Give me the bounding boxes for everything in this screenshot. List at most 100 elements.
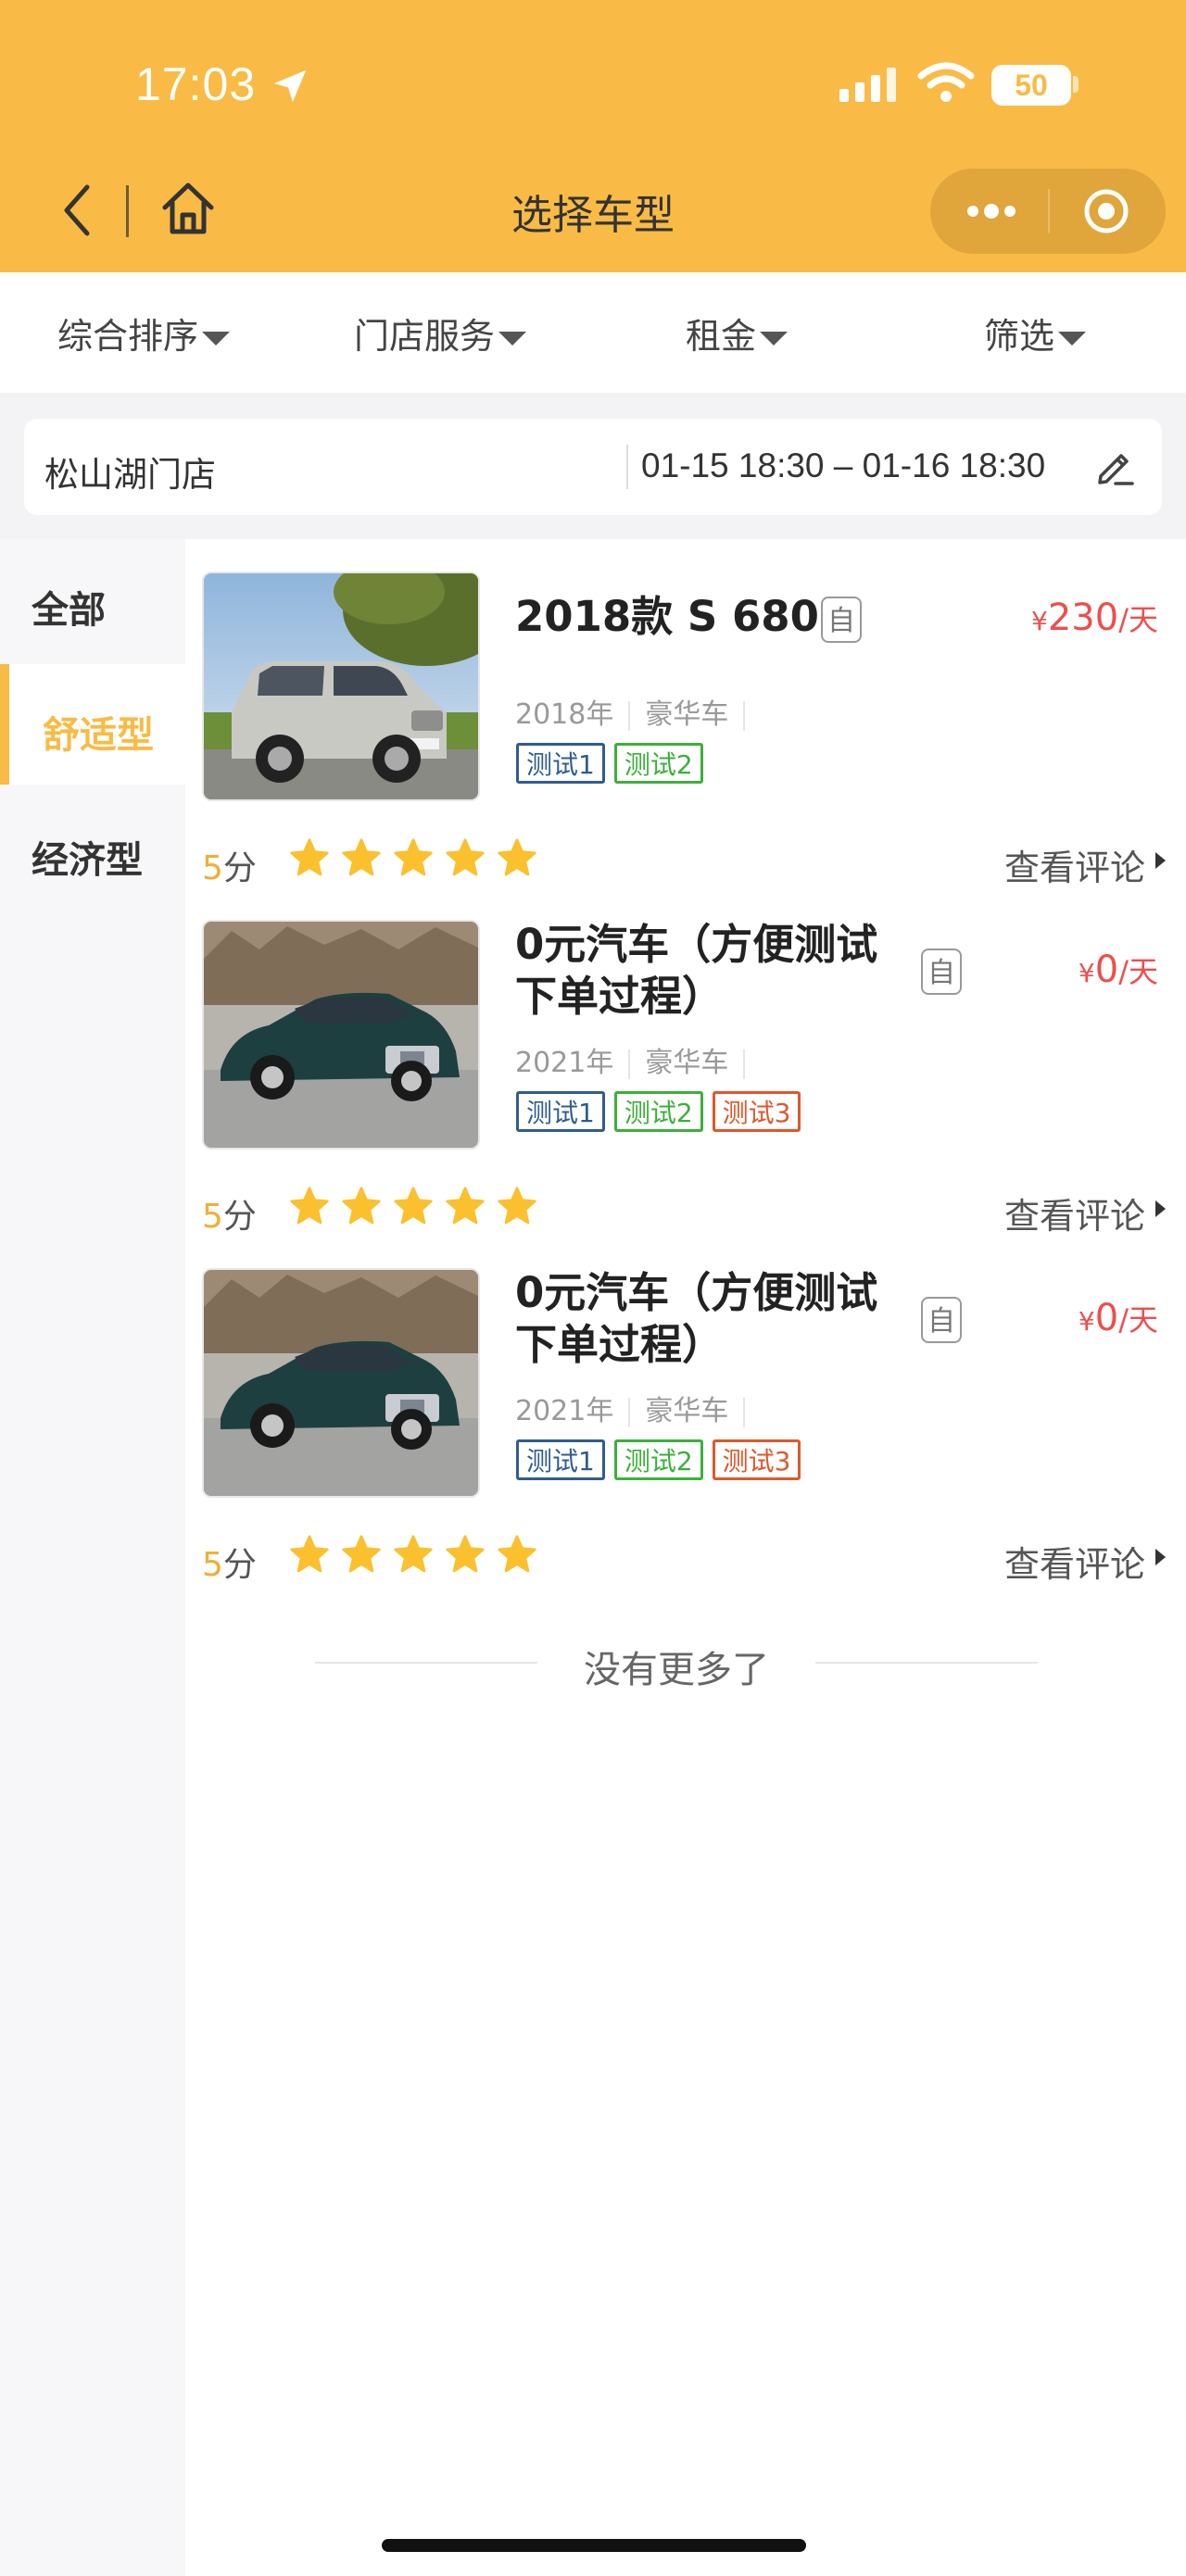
car-photo-suv[interactable] bbox=[202, 572, 480, 801]
star-icon bbox=[446, 1535, 485, 1573]
caret-right-icon bbox=[1155, 1549, 1166, 1565]
store-divider bbox=[626, 445, 628, 489]
meta-separator bbox=[743, 1397, 746, 1427]
car-tags: 测试1 测试2 测试3 bbox=[516, 1439, 810, 1480]
active-category-indicator bbox=[0, 664, 9, 785]
car-card[interactable]: 0元汽车（方便测试下单过程） 自 ¥0/天 2021年 豪华车 测试1 测试2 测试3… bbox=[200, 887, 1173, 1237]
sort-store-service[interactable]: 门店服务 bbox=[354, 308, 527, 358]
car-photo-sedan[interactable] bbox=[202, 920, 480, 1150]
car-class: 豪华车 bbox=[645, 1047, 729, 1079]
meta-separator bbox=[743, 1049, 746, 1079]
category-comfort[interactable]: 舒适型 bbox=[0, 664, 185, 785]
car-rating-row: 5分 查看评论 bbox=[200, 1186, 1173, 1237]
category-all[interactable]: 全部 bbox=[0, 539, 185, 660]
no-more-indicator: 没有更多了 bbox=[315, 1636, 1038, 1691]
view-reviews-link[interactable]: 查看评论 bbox=[1004, 839, 1145, 890]
divider-line bbox=[815, 1662, 1038, 1664]
tag: 测试2 bbox=[613, 1439, 703, 1480]
star-icon bbox=[498, 838, 536, 876]
self-operated-badge: 自 bbox=[921, 1297, 962, 1343]
tag: 测试2 bbox=[613, 1091, 703, 1132]
store-name[interactable]: 松山湖门店 bbox=[44, 446, 216, 496]
more-options-button[interactable] bbox=[954, 187, 1028, 235]
car-meta: 2021年 豪华车 bbox=[515, 1039, 760, 1080]
star-rating bbox=[289, 1186, 549, 1230]
star-icon bbox=[498, 1187, 536, 1225]
star-icon bbox=[290, 1187, 329, 1225]
car-name: 0元汽车（方便测试下单过程） bbox=[515, 1268, 878, 1369]
tag: 测试1 bbox=[516, 1439, 605, 1480]
star-icon bbox=[342, 838, 381, 876]
caret-right-icon bbox=[1155, 1200, 1166, 1217]
star-rating bbox=[289, 1534, 549, 1578]
sort-rent[interactable]: 租金 bbox=[686, 308, 789, 358]
car-meta: 2018年 豪华车 bbox=[515, 691, 760, 732]
car-score: 5分 bbox=[202, 841, 257, 889]
category-sidebar: 全部 舒适型 经济型 bbox=[0, 539, 185, 2576]
tag: 测试1 bbox=[516, 743, 605, 784]
category-economy-label: 经济型 bbox=[32, 839, 143, 882]
status-time: 17:03 bbox=[135, 58, 257, 110]
self-operated-badge: 自 bbox=[821, 597, 862, 643]
tag: 测试2 bbox=[613, 743, 703, 784]
home-indicator[interactable] bbox=[382, 2539, 806, 2552]
sort-filter[interactable]: 筛选 bbox=[984, 308, 1087, 358]
star-icon bbox=[394, 1187, 433, 1225]
price-currency: ¥ bbox=[1031, 606, 1048, 636]
car-card[interactable]: 0元汽车（方便测试下单过程） 自 ¥0/天 2021年 豪华车 测试1 测试2 测试3… bbox=[200, 1236, 1173, 1587]
car-meta: 2021年 豪华车 bbox=[515, 1388, 760, 1428]
car-card[interactable]: 2018款 S 680 自 ¥230/天 2018年 豪华车 测试1 测试2 5分 … bbox=[200, 539, 1173, 888]
sort-filter-label: 筛选 bbox=[984, 316, 1055, 357]
price-value: 0 bbox=[1094, 949, 1119, 991]
cellular-signal-icon bbox=[839, 68, 896, 102]
battery-tip bbox=[1073, 76, 1079, 93]
edit-icon[interactable] bbox=[1091, 443, 1138, 489]
category-economy[interactable]: 经济型 bbox=[0, 789, 185, 910]
no-more-text: 没有更多了 bbox=[584, 1649, 769, 1691]
score-value: 5 bbox=[202, 849, 223, 887]
meta-separator bbox=[628, 1049, 631, 1079]
close-mini-program-button[interactable] bbox=[1067, 185, 1142, 237]
tag: 测试3 bbox=[712, 1439, 801, 1480]
tag: 测试1 bbox=[516, 1091, 605, 1132]
caret-down-icon bbox=[498, 332, 527, 346]
self-operated-badge: 自 bbox=[921, 949, 962, 995]
price-value: 0 bbox=[1094, 1297, 1119, 1339]
sort-comprehensive[interactable]: 综合排序 bbox=[57, 308, 231, 358]
mini-program-capsule bbox=[930, 169, 1166, 254]
app-header: 17:03 50 选择车型 bbox=[0, 0, 1186, 272]
price-unit: /天 bbox=[1118, 602, 1158, 637]
caret-down-icon bbox=[1058, 332, 1087, 346]
price-unit: /天 bbox=[1118, 954, 1158, 989]
score-value: 5 bbox=[202, 1198, 223, 1236]
car-tags: 测试1 测试2 bbox=[516, 743, 713, 784]
star-icon bbox=[446, 1187, 485, 1225]
star-icon bbox=[446, 838, 485, 876]
car-price: ¥0/天 bbox=[1079, 1297, 1158, 1339]
tag: 测试3 bbox=[712, 1091, 801, 1132]
car-year: 2018年 bbox=[515, 698, 614, 731]
meta-separator bbox=[628, 1397, 631, 1427]
score-unit: 分 bbox=[222, 1546, 257, 1584]
star-icon bbox=[394, 838, 433, 876]
caret-down-icon bbox=[760, 332, 789, 346]
car-year: 2021年 bbox=[515, 1395, 614, 1427]
car-class: 豪华车 bbox=[645, 698, 729, 731]
sort-rent-label: 租金 bbox=[686, 316, 757, 357]
sort-filter-bar: 综合排序 门店服务 租金 筛选 bbox=[0, 272, 1186, 393]
star-rating bbox=[289, 837, 549, 882]
car-photo-sedan[interactable] bbox=[202, 1268, 480, 1498]
score-value: 5 bbox=[202, 1546, 223, 1584]
meta-separator bbox=[743, 700, 746, 731]
rental-date-range[interactable]: 01-15 18:30 – 01-16 18:30 bbox=[641, 446, 1045, 485]
view-reviews-link[interactable]: 查看评论 bbox=[1004, 1187, 1145, 1238]
view-reviews-link[interactable]: 查看评论 bbox=[1004, 1536, 1145, 1587]
star-icon bbox=[290, 1535, 329, 1573]
car-name: 2018款 S 680 bbox=[515, 592, 819, 641]
star-icon bbox=[342, 1535, 381, 1573]
car-price: ¥230/天 bbox=[1031, 597, 1158, 639]
price-value: 230 bbox=[1047, 597, 1119, 639]
car-rating-row: 5分 查看评论 bbox=[200, 837, 1173, 888]
store-date-selector[interactable]: 松山湖门店 01-15 18:30 – 01-16 18:30 bbox=[24, 419, 1162, 515]
battery-indicator: 50 bbox=[991, 65, 1071, 106]
